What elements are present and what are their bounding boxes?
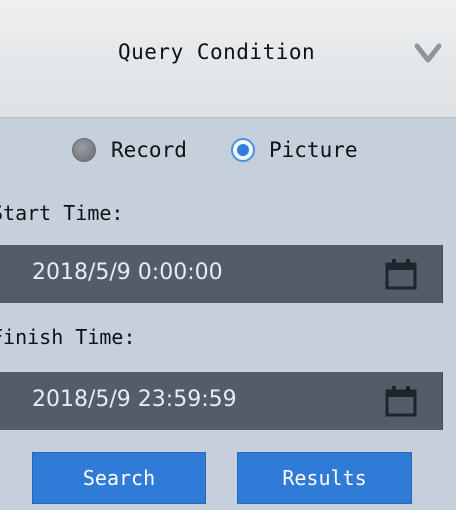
record-radio[interactable] (72, 138, 96, 162)
finish-time-field[interactable]: 2018/5/9 23:59:59 (0, 372, 443, 430)
start-time-label: Start Time: (0, 201, 124, 225)
calendar-icon[interactable] (384, 385, 418, 417)
mode-radio-group: Record Picture (0, 136, 456, 166)
start-time-field[interactable]: 2018/5/9 0:00:00 (0, 245, 443, 303)
chevron-down-icon[interactable] (414, 40, 442, 66)
results-button[interactable]: Results (237, 452, 412, 504)
panel-title: Query Condition (118, 40, 316, 64)
picture-radio-label[interactable]: Picture (269, 138, 358, 162)
finish-time-label: Finish Time: (0, 325, 136, 349)
record-radio-label[interactable]: Record (111, 138, 187, 162)
start-time-value: 2018/5/9 0:00:00 (32, 260, 223, 285)
query-condition-header[interactable]: Query Condition (0, 0, 456, 118)
finish-time-value: 2018/5/9 23:59:59 (32, 387, 237, 412)
calendar-icon[interactable] (384, 258, 418, 290)
search-button[interactable]: Search (32, 452, 206, 504)
picture-radio[interactable] (231, 138, 255, 162)
